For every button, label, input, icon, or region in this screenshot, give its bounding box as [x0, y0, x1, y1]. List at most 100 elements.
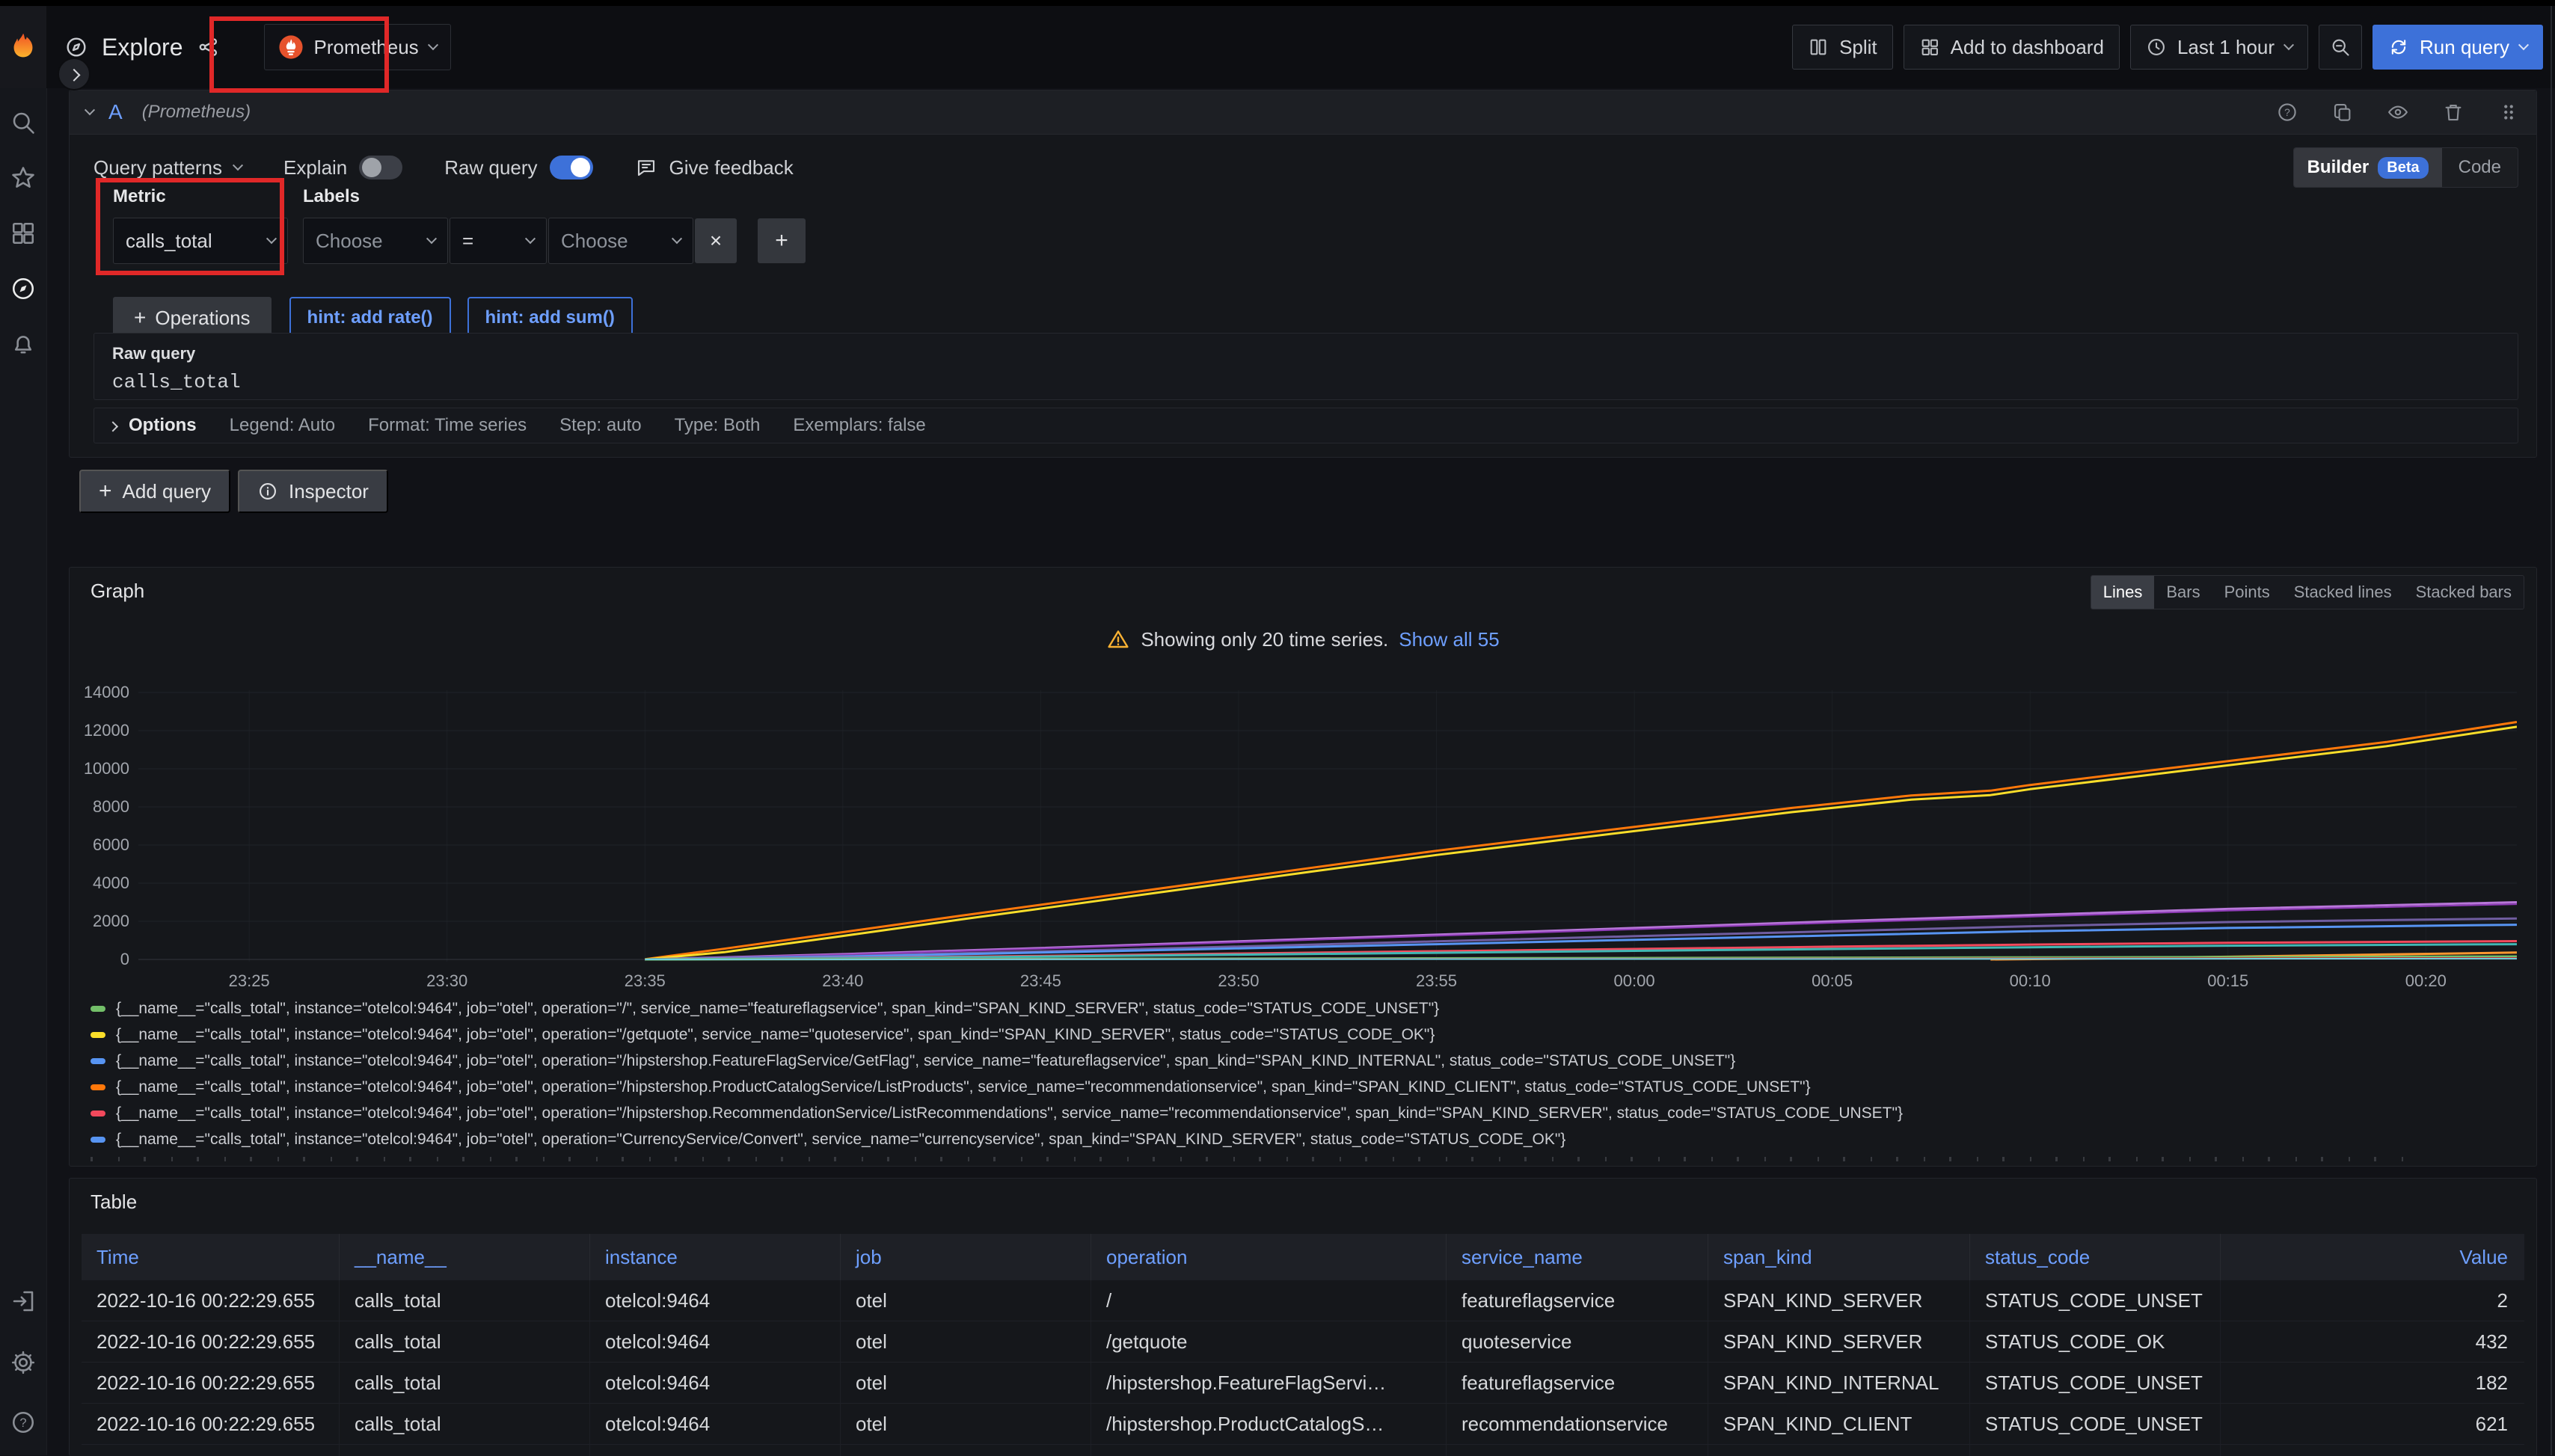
zoom-out-button[interactable]	[2319, 25, 2362, 70]
option-summary-item: Legend: Auto	[230, 415, 335, 436]
add-label-filter-button[interactable]: +	[758, 218, 806, 263]
collapse-chevron-icon[interactable]	[85, 105, 95, 115]
option-summary-item: Type: Both	[675, 415, 761, 436]
graph-mode-bars[interactable]: Bars	[2154, 576, 2212, 609]
datasource-picker[interactable]: Prometheus	[264, 24, 451, 70]
column-header-statuscode[interactable]: status_code	[1970, 1234, 2221, 1280]
raw-query-toggle[interactable]	[550, 156, 593, 179]
table-row[interactable]: 2022-10-16 00:22:29.655calls_totalotelco…	[82, 1363, 2524, 1404]
graph-panel: Graph LinesBarsPointsStacked linesStacke…	[69, 567, 2537, 1167]
table-cell: otel	[841, 1363, 1091, 1403]
legend-item[interactable]: {__name__="calls_total", instance="otelc…	[91, 1048, 2515, 1074]
legend-item[interactable]: {__name__="calls_total", instance="otelc…	[91, 1074, 2515, 1100]
graph-mode-lines[interactable]: Lines	[2091, 576, 2155, 609]
split-button[interactable]: Split	[1792, 25, 1893, 70]
x-axis-tick-label: 23:45	[1007, 971, 1074, 991]
metric-select[interactable]: calls_total	[113, 218, 288, 264]
add-query-button[interactable]: + Add query	[79, 470, 230, 513]
explore-compass-icon	[64, 35, 88, 59]
table-cell: calls_total	[340, 1445, 590, 1456]
column-header-operation[interactable]: operation	[1091, 1234, 1447, 1280]
column-header-name[interactable]: __name__	[340, 1234, 590, 1280]
scrollbar-track[interactable]	[2551, 6, 2552, 1455]
column-header-servicename[interactable]: service_name	[1447, 1234, 1708, 1280]
builder-mode-button[interactable]: Builder Beta	[2294, 148, 2442, 187]
options-collapse-toggle[interactable]: Options	[109, 415, 197, 436]
table-cell: STATUS_CODE_UNSET	[1970, 1445, 2221, 1456]
prometheus-icon	[278, 34, 304, 60]
page-title: Explore	[102, 34, 183, 61]
help-icon[interactable]: ?	[10, 1409, 37, 1436]
eye-icon[interactable]	[2387, 101, 2409, 123]
table-cell: /hipstershop.FeatureFlagServi…	[1091, 1363, 1447, 1403]
column-header-value[interactable]: Value	[2221, 1234, 2524, 1280]
query-row-header[interactable]: A (Prometheus) ?	[70, 90, 2536, 135]
column-header-spankind[interactable]: span_kind	[1708, 1234, 1970, 1280]
svg-text:?: ?	[2284, 107, 2290, 118]
add-to-dashboard-button[interactable]: Add to dashboard	[1904, 25, 2120, 70]
settings-gear-icon[interactable]	[10, 1349, 37, 1376]
graph-mode-stacked-lines[interactable]: Stacked lines	[2282, 576, 2404, 609]
comment-icon	[635, 156, 657, 179]
legend-item[interactable]: {__name__="calls_total", instance="otelc…	[91, 995, 2515, 1022]
dashboards-icon[interactable]	[10, 220, 37, 247]
explain-toggle[interactable]	[359, 156, 402, 179]
give-feedback-link[interactable]: Give feedback	[635, 156, 794, 179]
column-header-job[interactable]: job	[841, 1234, 1091, 1280]
y-axis-tick-label: 10000	[70, 759, 129, 778]
table-row[interactable]: 2022-10-16 00:22:29.655calls_totalotelco…	[82, 1280, 2524, 1321]
table-row[interactable]: 2022-10-16 00:22:29.655calls_totalotelco…	[82, 1445, 2524, 1456]
search-icon[interactable]	[10, 109, 37, 136]
table-cell: SPAN_KIND_INTERNAL	[1708, 1363, 1970, 1403]
column-header-instance[interactable]: instance	[590, 1234, 841, 1280]
run-query-button[interactable]: Run query	[2372, 25, 2543, 70]
table-row[interactable]: 2022-10-16 00:22:29.655calls_totalotelco…	[82, 1404, 2524, 1445]
label-value-select[interactable]: Choose	[548, 218, 693, 264]
table-cell: 2	[2221, 1280, 2524, 1321]
help-icon[interactable]: ?	[2276, 101, 2298, 123]
time-range-picker[interactable]: Last 1 hour	[2130, 25, 2308, 70]
star-icon[interactable]	[10, 165, 37, 191]
column-header-time[interactable]: Time	[82, 1234, 340, 1280]
series-limit-warning: Showing only 20 time series. Show all 55	[70, 627, 2536, 651]
copy-icon[interactable]	[2331, 101, 2354, 123]
legend-item[interactable]: {__name__="calls_total", instance="otelc…	[91, 1022, 2515, 1048]
sign-in-icon[interactable]	[10, 1288, 37, 1315]
table-body: 2022-10-16 00:22:29.655calls_totalotelco…	[82, 1280, 2524, 1456]
legend-swatch-icon	[91, 1006, 105, 1012]
table-cell: 2022-10-16 00:22:29.655	[82, 1445, 340, 1456]
graph-mode-points[interactable]: Points	[2212, 576, 2282, 609]
label-key-select[interactable]: Choose	[303, 218, 448, 264]
legend-label: {__name__="calls_total", instance="otelc…	[116, 1078, 1811, 1096]
legend-item[interactable]: {__name__="calls_total", instance="otelc…	[91, 1100, 2515, 1126]
share-icon[interactable]	[197, 35, 221, 59]
graph-mode-stacked-bars[interactable]: Stacked bars	[2404, 576, 2524, 609]
explain-toggle-group: Explain	[283, 156, 402, 179]
warning-text: Showing only 20 time series.	[1141, 628, 1388, 651]
table-cell: /hipstershop.Recommendation…	[1091, 1445, 1447, 1456]
table-cell: otel	[841, 1404, 1091, 1444]
trash-icon[interactable]	[2442, 101, 2464, 123]
graph-panel-title: Graph	[91, 580, 144, 603]
label-operator-select[interactable]: =	[450, 218, 547, 264]
raw-query-label: Raw query	[444, 156, 537, 179]
time-series-chart[interactable]	[138, 690, 2517, 962]
drag-handle-icon[interactable]	[2497, 101, 2520, 123]
code-mode-button[interactable]: Code	[2442, 157, 2518, 178]
inspector-button[interactable]: Inspector	[238, 470, 388, 513]
legend-item[interactable]: {__name__="calls_total", instance="otelc…	[91, 1126, 2515, 1152]
explore-compass-icon[interactable]	[10, 275, 37, 302]
remove-label-filter-button[interactable]: ×	[695, 218, 737, 263]
plus-icon: +	[134, 306, 146, 330]
grafana-logo[interactable]	[0, 6, 46, 88]
table-row[interactable]: 2022-10-16 00:22:29.655calls_totalotelco…	[82, 1321, 2524, 1363]
chevron-right-icon	[68, 69, 81, 82]
graph-view-mode-buttons: LinesBarsPointsStacked linesStacked bars	[2091, 575, 2524, 609]
query-patterns-dropdown[interactable]: Query patterns	[93, 156, 242, 179]
alerting-bell-icon[interactable]	[10, 331, 37, 357]
datasource-name: Prometheus	[314, 36, 419, 59]
sidebar-expand-button[interactable]	[58, 58, 91, 90]
show-all-series-link[interactable]: Show all 55	[1399, 628, 1499, 651]
beta-badge: Beta	[2378, 157, 2428, 179]
topbar-right: Split Add to dashboard Last 1 hour Run q…	[1792, 25, 2543, 70]
